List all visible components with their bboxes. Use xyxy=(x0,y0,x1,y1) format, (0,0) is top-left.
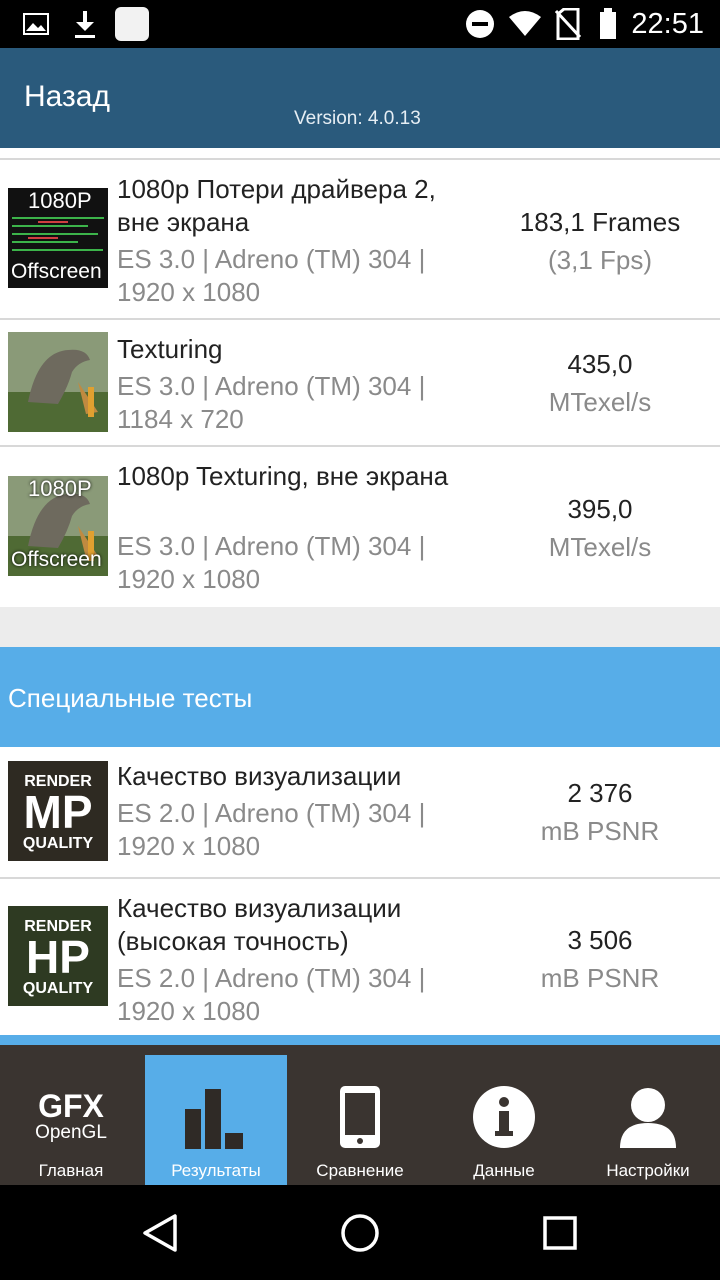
no-sim-icon xyxy=(553,0,583,48)
results-list[interactable]: 1080P Offscreen 1080p Потери драйвера 2,… xyxy=(0,148,720,1044)
tab-label: Данные xyxy=(473,1161,535,1180)
version-label: Version: 4.0.13 xyxy=(294,108,421,129)
app-header: Назад Version: 4.0.13 xyxy=(0,48,720,148)
result-title: Качество визуализации xyxy=(117,761,402,791)
status-bar: 22:51 xyxy=(0,0,720,48)
back-icon[interactable] xyxy=(110,1185,210,1280)
status-time: 22:51 xyxy=(631,8,704,40)
list-item[interactable]: Texturing ES 3.0 | Adreno (TM) 304 | 118… xyxy=(0,318,720,445)
back-button[interactable]: Назад xyxy=(24,80,110,114)
result-title: Качество визуализации (высокая точность) xyxy=(117,893,402,956)
recents-icon[interactable] xyxy=(510,1185,610,1280)
list-item[interactable]: 1080P Offscreen 1080p Texturing, вне экр… xyxy=(0,445,720,607)
result-value: 435,0 xyxy=(567,349,633,379)
section-header: Специальные тесты xyxy=(0,647,720,747)
tab-label: Результаты xyxy=(171,1161,261,1180)
result-subtitle: ES 2.0 | Adreno (TM) 304 | 1920 x 1080 xyxy=(117,963,426,1026)
app-icon xyxy=(115,0,149,48)
result-thumbnail: 1080P Offscreen xyxy=(8,188,108,288)
thumb-label-offscreen: Offscreen xyxy=(11,548,102,571)
download-icon xyxy=(70,0,100,48)
home-icon[interactable] xyxy=(310,1185,410,1280)
section-gap xyxy=(0,607,720,647)
tab-results[interactable]: Результаты xyxy=(145,1055,287,1195)
result-unit: MTexel/s xyxy=(548,532,652,562)
list-item[interactable]: 1080P Offscreen 1080p Потери драйвера 2,… xyxy=(0,158,720,318)
result-value: 2 376 xyxy=(567,778,633,808)
dino-icon xyxy=(8,332,108,432)
result-title: 1080p Потери драйвера 2, вне экрана xyxy=(117,174,436,237)
result-unit: mB PSNR xyxy=(540,963,660,993)
thumb-label-resolution: 1080P xyxy=(28,476,92,501)
wifi-icon xyxy=(507,0,543,48)
thumb-label-resolution: 1080P xyxy=(28,188,92,213)
result-thumbnail: 1080P Offscreen xyxy=(8,476,108,576)
tab-data[interactable]: Данные xyxy=(433,1055,575,1195)
render-quality-mp-icon: RENDER MP QUALITY xyxy=(8,761,108,861)
result-unit: mB PSNR xyxy=(540,816,660,846)
tab-home[interactable]: GFX OpenGL Главная xyxy=(0,1055,142,1195)
tab-label: Сравнение xyxy=(316,1161,404,1180)
gfx-logo-icon: GFX OpenGL xyxy=(35,1088,107,1143)
bottom-navigation: GFX OpenGL Главная Результаты Сравнение … xyxy=(0,1035,720,1195)
result-thumbnail xyxy=(8,332,108,432)
result-value: 3 506 xyxy=(567,925,633,955)
tab-compare[interactable]: Сравнение xyxy=(289,1055,431,1195)
result-title: Texturing xyxy=(117,334,223,364)
result-value: 183,1 Frames xyxy=(519,207,681,237)
render-quality-hp-icon: RENDER HP QUALITY xyxy=(8,906,108,1006)
thumb-label-offscreen: Offscreen xyxy=(11,260,102,283)
result-subtitle: ES 3.0 | Adreno (TM) 304 | 1920 x 1080 xyxy=(117,531,426,594)
section-title: Специальные тесты xyxy=(8,683,253,713)
result-subtitle: ES 3.0 | Adreno (TM) 304 | 1920 x 1080 xyxy=(117,244,426,307)
list-item[interactable]: RENDER HP QUALITY Качество визуализации … xyxy=(0,877,720,1037)
battery-icon xyxy=(596,0,620,48)
result-unit: (3,1 Fps) xyxy=(547,245,653,275)
result-unit: MTexel/s xyxy=(548,387,652,417)
tab-settings[interactable]: Настройки xyxy=(577,1055,719,1195)
system-navigation-bar xyxy=(0,1185,720,1280)
image-icon xyxy=(22,0,50,48)
result-subtitle: ES 2.0 | Adreno (TM) 304 | 1920 x 1080 xyxy=(117,798,426,861)
list-item[interactable]: RENDER MP QUALITY Качество визуализации … xyxy=(0,747,720,877)
info-icon xyxy=(433,1081,575,1153)
phone-icon xyxy=(289,1081,431,1153)
result-value: 395,0 xyxy=(567,494,633,524)
result-title: 1080p Texturing, вне экрана xyxy=(117,461,449,491)
tab-label: Главная xyxy=(38,1161,104,1180)
do-not-disturb-icon xyxy=(464,0,496,48)
user-icon xyxy=(577,1081,719,1153)
tab-label: Настройки xyxy=(606,1161,690,1180)
result-subtitle: ES 3.0 | Adreno (TM) 304 | 1184 x 720 xyxy=(117,371,426,434)
bar-chart-icon xyxy=(145,1081,287,1153)
